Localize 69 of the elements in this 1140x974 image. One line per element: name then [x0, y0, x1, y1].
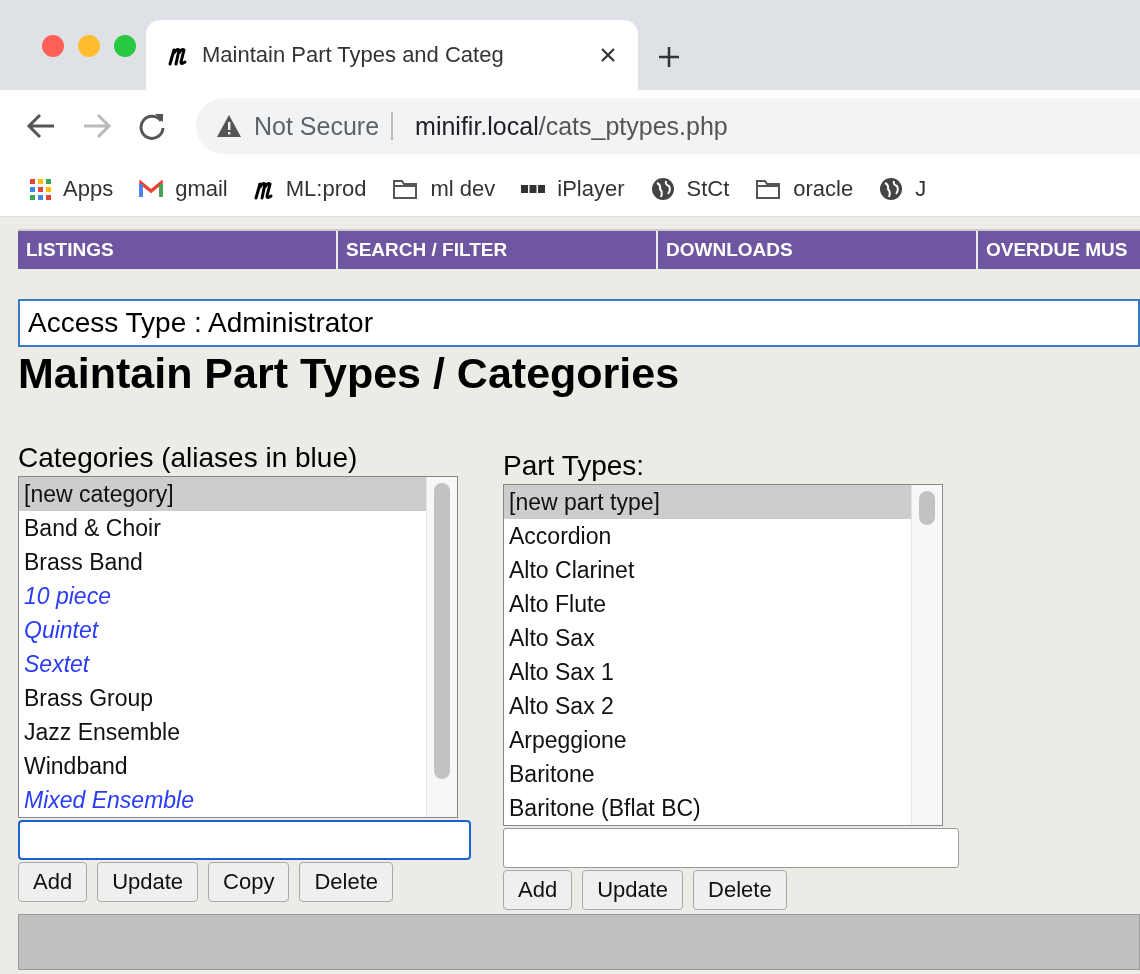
input-field[interactable]	[18, 820, 471, 860]
bookmark[interactable]: gmail	[139, 176, 228, 202]
reload-icon[interactable]	[138, 112, 166, 140]
list-item[interactable]: Alto Clarinet	[504, 553, 911, 587]
warning-icon	[216, 114, 242, 138]
scrollbar-thumb[interactable]	[919, 491, 935, 525]
action-button[interactable]: Copy	[208, 862, 290, 902]
globe-icon	[879, 177, 904, 201]
bookmark[interactable]: Apps	[30, 176, 114, 202]
nav-link[interactable]: OVERDUE MUS	[978, 231, 1140, 269]
list-item[interactable]: Baritone (Bflat BC)	[504, 791, 911, 825]
nav-link[interactable]: LISTINGS	[18, 231, 336, 269]
list-item[interactable]: Jazz Ensemble	[19, 715, 426, 749]
scrollbar-thumb[interactable]	[434, 483, 450, 779]
list-item[interactable]: [new category]	[19, 477, 426, 511]
plus-icon[interactable]	[658, 46, 680, 68]
nav-link[interactable]: DOWNLOADS	[658, 231, 976, 269]
list-item[interactable]: Band & Choir	[19, 511, 426, 545]
maximize-window-button[interactable]	[114, 35, 136, 57]
list-item[interactable]: Quintet	[19, 613, 426, 647]
list-item[interactable]: Alto Sax	[504, 621, 911, 655]
bookmark[interactable]: iPlayer	[521, 176, 625, 202]
list-item[interactable]: Brass Group	[19, 681, 426, 715]
list-box[interactable]: [new category] Band & Choir Brass Band 10 piece Quintet Sextet Brass Group Jazz Ensemble Windband Mixed Ensemble	[18, 476, 458, 818]
list-item[interactable]: Baritone	[504, 757, 911, 791]
action-button[interactable]: Update	[97, 862, 199, 902]
folder-icon	[392, 178, 419, 200]
list-item[interactable]: Alto Flute	[504, 587, 911, 621]
list-item[interactable]: Alto Sax 1	[504, 655, 911, 689]
folder-icon	[755, 178, 782, 200]
action-button[interactable]: Update	[582, 870, 684, 910]
tab-title: Maintain Part Types and Categ	[202, 42, 505, 68]
globe-icon	[650, 177, 675, 201]
page-heading: Maintain Part Types / Categories	[18, 349, 681, 398]
forward-arrow-icon[interactable]	[82, 113, 112, 139]
nav-link[interactable]: SEARCH / FILTER	[338, 231, 656, 269]
grid-icon	[30, 178, 51, 200]
list-item[interactable]: Mixed Ensemble	[19, 783, 426, 817]
bookmark[interactable]: ml dev	[392, 176, 496, 202]
list-label: Categories (aliases in blue)	[18, 442, 359, 474]
mail-icon	[139, 180, 164, 198]
bookmark[interactable]: oracle	[755, 176, 854, 202]
list-item[interactable]: Arpeggione	[504, 723, 911, 757]
browser-tab[interactable]: Maintain Part Types and Categ	[146, 20, 638, 90]
bookmark[interactable]: StCt	[650, 176, 730, 202]
list-item[interactable]: Accordion	[504, 519, 911, 553]
action-button[interactable]: Delete	[299, 862, 394, 902]
url-text: minifir.local/cats_ptypes.php	[414, 111, 728, 141]
bookmark[interactable]: ML:prod	[253, 176, 367, 202]
close-window-button[interactable]	[42, 35, 64, 57]
list-item[interactable]: [new part type]	[504, 485, 911, 519]
action-button[interactable]: Add	[503, 870, 573, 910]
close-icon[interactable]	[600, 47, 616, 63]
list-item[interactable]: Windband	[19, 749, 426, 783]
security-label: Not Secure	[254, 112, 394, 140]
blocks-icon	[521, 185, 546, 193]
list-box[interactable]: [new part type] Accordion Alto Clarinet Alto Flute Alto Sax Alto Sax 1 Alto Sax 2 Arpeggione Baritone Baritone (Bflat BC)	[503, 484, 943, 826]
action-button[interactable]: Delete	[693, 870, 787, 910]
list-item[interactable]: 10 piece	[19, 579, 426, 613]
list-label: Part Types:	[503, 450, 646, 482]
bookmark[interactable]: J	[879, 176, 927, 202]
list-item[interactable]: Sextet	[19, 647, 426, 681]
address-bar[interactable]: Not Secure minifir.local/cats_ptypes.php	[196, 98, 1140, 154]
input-field[interactable]	[503, 828, 959, 868]
access-type-bar: Access Type : Administrator	[18, 299, 1140, 347]
list-item[interactable]: Brass Band	[19, 545, 426, 579]
action-button[interactable]: Add	[18, 862, 88, 902]
back-arrow-icon[interactable]	[26, 113, 56, 139]
list-item[interactable]: Alto Sax 2	[504, 689, 911, 723]
